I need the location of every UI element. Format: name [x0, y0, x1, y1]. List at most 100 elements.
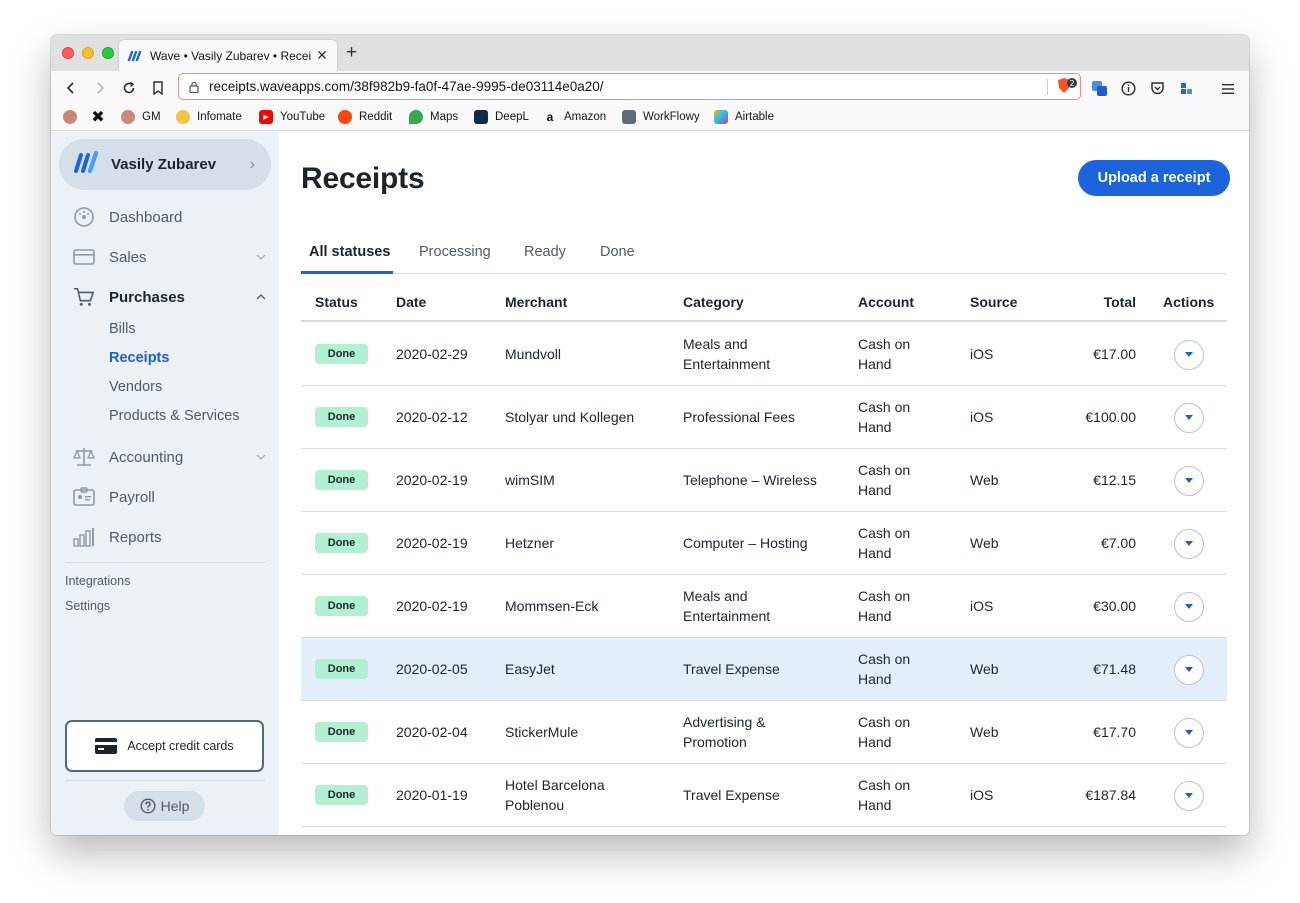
total-cell: €17.00 — [1093, 346, 1136, 362]
bookmark-youtube[interactable]: ▶ YouTube — [259, 110, 325, 124]
bookmark-gm[interactable]: GM — [121, 110, 161, 124]
translate-icon[interactable] — [1091, 80, 1108, 97]
bookmark-reddit[interactable]: Reddit — [338, 110, 392, 124]
date-cell: 2020-02-05 — [396, 661, 468, 677]
sales-card-icon — [73, 246, 95, 268]
sidebar-sub-products-services[interactable]: Products & Services — [109, 408, 240, 424]
table-row[interactable]: Done 2020-02-19 Hetzner Computer – Hosting C… — [301, 512, 1227, 575]
sidebar-item-sales[interactable]: Sales — [73, 245, 269, 269]
row-actions-button[interactable] — [1174, 403, 1204, 433]
bookmark-workflowy[interactable]: WorkFlowy — [622, 110, 700, 124]
reload-icon[interactable] — [120, 79, 138, 97]
sidebar-item-dashboard[interactable]: Dashboard — [73, 205, 269, 229]
caret-down-icon — [1185, 415, 1193, 420]
column-category[interactable]: Category — [683, 294, 744, 310]
tab-strip: Wave • Vasily Zubarev • Receipts ✕ + — [51, 35, 1249, 71]
date-cell: 2020-01-19 — [396, 787, 468, 803]
source-cell: Web — [970, 472, 999, 488]
sidebar-link-settings[interactable]: Settings — [65, 599, 110, 613]
sidebar-divider — [65, 562, 265, 563]
sidebar-item-purchases[interactable]: Purchases — [73, 285, 269, 309]
category-cell: Travel Expense — [683, 661, 780, 677]
bookmark-airtable[interactable]: Airtable — [714, 110, 774, 124]
column-account[interactable]: Account — [858, 294, 914, 310]
window-close-button[interactable] — [62, 47, 74, 59]
bookmark-avatar[interactable] — [63, 110, 84, 124]
chevron-right-icon: › — [249, 155, 255, 173]
date-cell: 2020-02-19 — [396, 535, 468, 551]
table-row[interactable]: Done 2020-02-29 Mundvoll Meals and Entertain… — [301, 323, 1227, 386]
column-total[interactable]: Total — [1081, 294, 1136, 310]
sidebar-item-reports[interactable]: Reports — [73, 525, 269, 549]
sidebar-item-accounting[interactable]: Accounting — [73, 445, 269, 469]
row-actions-button[interactable] — [1174, 340, 1204, 370]
main-content: Receipts Upload a receipt All statuses P… — [279, 132, 1249, 835]
sidebar-sub-vendors[interactable]: Vendors — [109, 379, 162, 395]
bookmark-x[interactable]: ✖ — [91, 109, 112, 126]
sidebar-item-payroll[interactable]: Payroll — [73, 485, 269, 509]
tab-done[interactable]: Done — [600, 244, 635, 274]
bookmark-amazon[interactable]: a Amazon — [543, 110, 607, 124]
bookmark-infomate[interactable]: Infomate — [176, 110, 242, 124]
table-row[interactable]: Done 2020-02-19 Mommsen-Eck Meals and Entert… — [301, 575, 1227, 638]
row-actions-button[interactable] — [1174, 718, 1204, 748]
sidebar-sub-receipts[interactable]: Receipts — [109, 350, 169, 366]
column-date[interactable]: Date — [396, 294, 426, 310]
row-actions-button[interactable] — [1174, 466, 1204, 496]
business-switcher[interactable]: Vasily Zubarev › — [59, 139, 271, 190]
merchant-cell: StickerMule — [505, 724, 579, 740]
row-actions-button[interactable] — [1174, 781, 1204, 811]
extension-icon[interactable] — [1178, 80, 1195, 97]
status-badge: Done — [315, 785, 368, 805]
brave-shield-icon[interactable]: 2 — [1056, 77, 1078, 98]
wave-app: Vasily Zubarev › Dashboard Sales Purchas… — [51, 132, 1249, 835]
sidebar-link-integrations[interactable]: Integrations — [65, 574, 130, 588]
column-source[interactable]: Source — [970, 294, 1017, 310]
source-cell: iOS — [970, 346, 994, 362]
deepl-icon — [474, 110, 488, 124]
date-cell: 2020-02-04 — [396, 724, 468, 740]
help-button[interactable]: Help — [124, 791, 205, 821]
workflowy-icon — [622, 110, 636, 124]
table-row[interactable]: Done 2020-02-05 EasyJet Travel Expense Cash … — [301, 638, 1227, 701]
table-row[interactable]: Done 2020-02-12 Stolyar und Kollegen Profes… — [301, 386, 1227, 449]
merchant-cell: Hetzner — [505, 535, 555, 551]
back-arrow-icon[interactable] — [62, 79, 80, 97]
amazon-icon: a — [546, 110, 554, 124]
window-minimize-button[interactable] — [82, 47, 94, 59]
accept-credit-cards-button[interactable]: Accept credit cards — [65, 720, 264, 772]
sidebar-sub-bills[interactable]: Bills — [109, 321, 136, 337]
bookmark-maps[interactable]: Maps — [409, 110, 458, 124]
category-cell: Telephone – Wireless — [683, 472, 817, 488]
tab-title: Wave • Vasily Zubarev • Receipts — [150, 48, 311, 63]
status-badge: Done — [315, 470, 368, 490]
new-tab-button[interactable]: + — [346, 43, 357, 63]
url-separator — [1047, 79, 1048, 95]
column-merchant[interactable]: Merchant — [505, 294, 567, 310]
browser-tab[interactable]: Wave • Vasily Zubarev • Receipts ✕ — [119, 40, 337, 71]
tab-processing[interactable]: Processing — [419, 244, 491, 274]
status-badge: Done — [315, 344, 368, 364]
forward-arrow-icon[interactable] — [91, 79, 109, 97]
address-bar[interactable]: receipts.waveapps.com/38f982b9-fa0f-47ae… — [178, 73, 1081, 100]
table-row[interactable]: Done 2020-01-19 Hotel Barcelona Poblenou Tra… — [301, 764, 1227, 827]
accept-credit-cards-label: Accept credit cards — [127, 739, 234, 753]
column-status[interactable]: Status — [315, 294, 358, 310]
menu-hamburger-icon[interactable] — [1219, 80, 1236, 97]
row-actions-button[interactable] — [1174, 655, 1204, 685]
navigation-bar: receipts.waveapps.com/38f982b9-fa0f-47ae… — [51, 71, 1249, 105]
bookmark-deepl[interactable]: DeepL — [474, 110, 529, 124]
bookmark-icon[interactable] — [149, 79, 167, 97]
pocket-icon[interactable] — [1149, 80, 1166, 97]
window-maximize-button[interactable] — [102, 47, 114, 59]
tab-all-statuses[interactable]: All statuses — [301, 244, 393, 274]
row-actions-button[interactable] — [1174, 592, 1204, 622]
table-row[interactable]: Done 2020-02-19 wimSIM Telephone – Wireless… — [301, 449, 1227, 512]
upload-receipt-button[interactable]: Upload a receipt — [1078, 160, 1230, 196]
tab-ready[interactable]: Ready — [524, 244, 566, 274]
tab-close-icon[interactable]: ✕ — [315, 47, 329, 64]
table-row[interactable]: Done 2020-02-04 StickerMule Advertising & Pr… — [301, 701, 1227, 764]
column-actions: Actions — [1163, 294, 1215, 310]
row-actions-button[interactable] — [1174, 529, 1204, 559]
info-circle-icon[interactable] — [1120, 80, 1137, 97]
